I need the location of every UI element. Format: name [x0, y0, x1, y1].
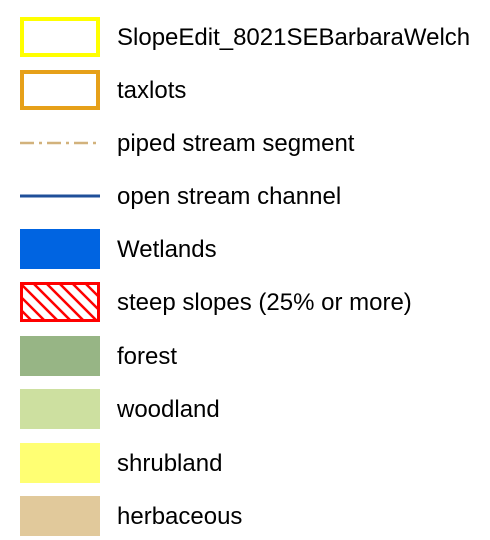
red-hatch-box-icon [20, 282, 100, 322]
legend-item-steep-slopes: steep slopes (25% or more) [0, 280, 490, 324]
legend-label: herbaceous [117, 503, 243, 530]
legend-label: piped stream segment [117, 130, 355, 157]
legend-label: open stream channel [117, 183, 342, 210]
yellow-outline-box-icon [20, 17, 100, 57]
legend-item-shrubland: shrubland [0, 441, 490, 485]
legend-item-woodland: woodland [0, 387, 490, 431]
legend-item-taxlots: taxlots [0, 68, 490, 112]
legend-label: SlopeEdit_8021SEBarbaraWelch [117, 24, 471, 51]
blue-fill-box-icon [20, 229, 100, 269]
dash-dot-line-icon [20, 123, 100, 163]
legend-label: Wetlands [117, 236, 217, 263]
legend-item-piped-stream: piped stream segment [0, 121, 490, 165]
legend-item-slopeedit: SlopeEdit_8021SEBarbaraWelch [0, 15, 490, 59]
legend-item-forest: forest [0, 334, 490, 378]
legend-label: forest [117, 343, 178, 370]
yellow-fill-box-icon [20, 443, 100, 483]
orange-outline-box-icon [20, 70, 100, 110]
legend-label: steep slopes (25% or more) [117, 289, 412, 316]
legend-label: taxlots [117, 77, 187, 104]
legend-label: woodland [117, 396, 220, 423]
legend-label: shrubland [117, 450, 223, 477]
legend-item-open-stream: open stream channel [0, 174, 490, 218]
light-green-fill-box-icon [20, 389, 100, 429]
tan-fill-box-icon [20, 496, 100, 536]
legend-item-herbaceous: herbaceous [0, 494, 490, 538]
solid-line-icon [20, 176, 100, 216]
map-legend: SlopeEdit_8021SEBarbaraWelch taxlots pip… [0, 0, 490, 540]
legend-item-wetlands: Wetlands [0, 227, 490, 271]
hatch-stroke [70, 283, 99, 312]
green-fill-box-icon [20, 336, 100, 376]
